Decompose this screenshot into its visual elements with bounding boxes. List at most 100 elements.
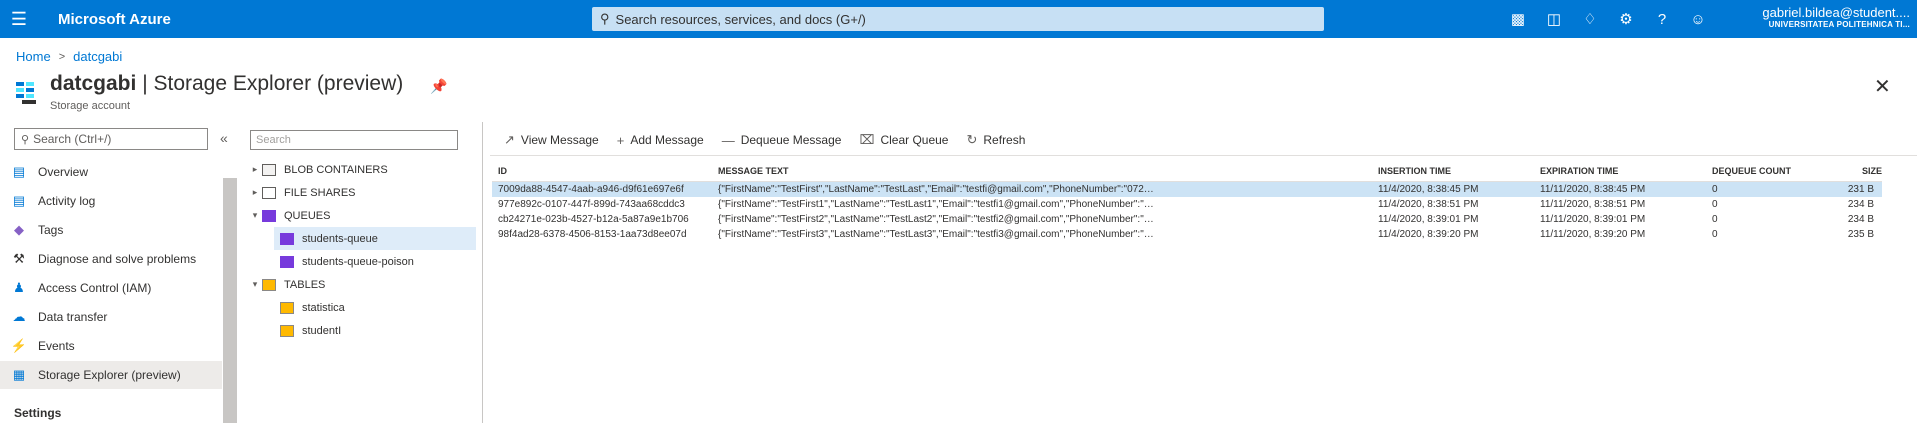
feedback-smiley-icon[interactable]: ☺ bbox=[1680, 11, 1716, 28]
nav-item-tags[interactable]: ◆ Tags bbox=[0, 216, 222, 244]
queue-icon bbox=[280, 255, 294, 268]
search-icon: ⚲ bbox=[600, 11, 610, 26]
nav-item-overview[interactable]: ▤ Overview bbox=[0, 158, 222, 186]
storage-explorer-resource-icon bbox=[16, 82, 36, 104]
breadcrumb-home[interactable]: Home bbox=[16, 49, 51, 64]
queue-icon bbox=[280, 232, 294, 245]
people-icon: ♟ bbox=[13, 280, 25, 295]
pin-icon[interactable]: 📌 bbox=[430, 78, 447, 95]
cell-id: 977e892c-0107-447f-899d-743aa68cddc3 bbox=[498, 199, 685, 210]
chevron-right-icon: ▸ bbox=[252, 187, 258, 197]
toolbar-label: Add Message bbox=[630, 133, 704, 147]
nav-item-iam[interactable]: ♟ Access Control (IAM) bbox=[0, 274, 222, 302]
tree-node-label: QUEUES bbox=[284, 209, 331, 222]
column-header-id[interactable]: ID bbox=[498, 166, 710, 176]
table-row[interactable]: 977e892c-0107-447f-899d-743aa68cddc3 {"F… bbox=[492, 197, 1882, 212]
help-icon[interactable]: ? bbox=[1644, 11, 1680, 28]
gear-icon[interactable]: ⚙ bbox=[1608, 10, 1644, 28]
top-icons: ▩ ◫ ♢ ⚙ ? ☺ bbox=[1500, 0, 1716, 38]
breadcrumb-current[interactable]: datcgabi bbox=[73, 49, 122, 64]
cell-id: cb24271e-023b-4527-b12a-5a87a9e1b706 bbox=[498, 214, 689, 225]
clear-icon: ⌧ bbox=[859, 132, 875, 147]
tree-node-statistica[interactable]: statistica bbox=[274, 296, 345, 319]
cell-message-text: {"FirstName":"TestFirst1","LastName":"Te… bbox=[718, 199, 1156, 210]
messages-grid: ID MESSAGE TEXT INSERTION TIME EXPIRATIO… bbox=[492, 164, 1882, 242]
cloud-shell-icon[interactable]: ▩ bbox=[1500, 10, 1536, 28]
chevron-down-icon: ▾ bbox=[252, 279, 258, 289]
tree-node-blob-containers[interactable]: ▸ BLOB CONTAINERS bbox=[248, 158, 388, 181]
grid-header-row: ID MESSAGE TEXT INSERTION TIME EXPIRATIO… bbox=[492, 164, 1882, 182]
nav-item-label: Storage Explorer (preview) bbox=[38, 368, 181, 382]
tree-node-label: statistica bbox=[302, 301, 345, 314]
tree-node-file-shares[interactable]: ▸ FILE SHARES bbox=[248, 181, 356, 204]
nav-item-label: Tags bbox=[38, 223, 64, 237]
file-share-icon bbox=[262, 186, 276, 199]
table-icon bbox=[280, 324, 294, 337]
minus-icon: — bbox=[721, 132, 735, 148]
tree-search-input[interactable]: Search bbox=[250, 130, 458, 150]
nav-item-label: Events bbox=[38, 339, 75, 353]
cell-expiration-time: 11/11/2020, 8:38:51 PM bbox=[1540, 199, 1646, 210]
tree-node-students-queue[interactable]: students-queue bbox=[274, 227, 476, 250]
menu-search-placeholder: Search (Ctrl+/) bbox=[33, 132, 112, 146]
view-message-button[interactable]: ↗ View Message bbox=[504, 132, 599, 148]
tree-node-students-queue-poison[interactable]: students-queue-poison bbox=[274, 250, 414, 273]
tree-node-studenti[interactable]: studentI bbox=[274, 319, 341, 342]
toolbar-label: Clear Queue bbox=[880, 133, 949, 147]
account-menu[interactable]: gabriel.bildea@student.... UNIVERSITATEA… bbox=[1738, 5, 1910, 29]
directory-filter-icon[interactable]: ◫ bbox=[1536, 10, 1572, 28]
table-row[interactable]: 98f4ad28-6378-4506-8153-1aa73d8ee07d {"F… bbox=[492, 227, 1882, 242]
nav-item-diagnose[interactable]: ⚒ Diagnose and solve problems bbox=[0, 245, 222, 273]
portal-brand[interactable]: Microsoft Azure bbox=[58, 11, 171, 28]
table-row[interactable]: 7009da88-4547-4aab-a946-d9f61e697e6f {"F… bbox=[492, 182, 1882, 197]
tree-node-tables[interactable]: ▾ TABLES bbox=[248, 273, 325, 296]
wrench-icon: ⚒ bbox=[13, 251, 25, 266]
user-org: UNIVERSITATEA POLITEHNICA TI... bbox=[1768, 20, 1910, 29]
resource-name: datcgabi bbox=[50, 72, 137, 95]
column-header-insertion-time[interactable]: INSERTION TIME bbox=[1378, 166, 1528, 176]
cell-size: 234 B bbox=[1847, 199, 1874, 210]
cell-dequeue-count: 0 bbox=[1712, 229, 1718, 240]
nav-item-data-transfer[interactable]: ☁ Data transfer bbox=[0, 303, 222, 331]
storage-explorer-icon: ▦ bbox=[12, 367, 26, 382]
top-bar: ☰ Microsoft Azure ⚲ Search resources, se… bbox=[0, 0, 1917, 38]
refresh-icon: ↻ bbox=[966, 132, 978, 147]
cell-expiration-time: 11/11/2020, 8:39:20 PM bbox=[1540, 229, 1646, 240]
hamburger-menu-icon[interactable]: ☰ bbox=[0, 0, 38, 38]
chevron-down-icon: ▾ bbox=[252, 210, 258, 220]
table-row[interactable]: cb24271e-023b-4527-b12a-5a87a9e1b706 {"F… bbox=[492, 212, 1882, 227]
clear-queue-button[interactable]: ⌧ Clear Queue bbox=[859, 132, 948, 148]
toolbar-label: Refresh bbox=[983, 133, 1026, 147]
column-header-message-text[interactable]: MESSAGE TEXT bbox=[718, 166, 1156, 176]
tree-node-queues[interactable]: ▾ QUEUES bbox=[248, 204, 330, 227]
title-separator: | bbox=[136, 72, 154, 95]
table-icon bbox=[280, 301, 294, 314]
cell-expiration-time: 11/11/2020, 8:39:01 PM bbox=[1540, 214, 1646, 225]
cell-size: 234 B bbox=[1847, 214, 1874, 225]
nav-item-activity-log[interactable]: ▤ Activity log bbox=[0, 187, 222, 215]
global-search-input[interactable]: ⚲ Search resources, services, and docs (… bbox=[592, 7, 1324, 31]
nav-item-label: Access Control (IAM) bbox=[38, 281, 152, 295]
column-header-expiration-time[interactable]: EXPIRATION TIME bbox=[1540, 166, 1700, 176]
dequeue-message-button[interactable]: — Dequeue Message bbox=[722, 133, 842, 148]
close-icon[interactable]: ✕ bbox=[1874, 74, 1891, 99]
nav-item-label: Activity log bbox=[38, 194, 96, 208]
add-message-button[interactable]: + Add Message bbox=[617, 133, 704, 148]
activity-log-icon: ▤ bbox=[12, 193, 26, 208]
column-header-dequeue-count[interactable]: DEQUEUE COUNT bbox=[1712, 166, 1812, 176]
cell-insertion-time: 11/4/2020, 8:39:01 PM bbox=[1378, 214, 1479, 225]
bell-icon[interactable]: ♢ bbox=[1572, 10, 1608, 28]
cell-size: 231 B bbox=[1847, 184, 1874, 195]
nav-item-storage-explorer[interactable]: ▦ Storage Explorer (preview) bbox=[0, 361, 222, 389]
menu-search-input[interactable]: ⚲ Search (Ctrl+/) bbox=[14, 128, 208, 150]
queue-icon bbox=[262, 209, 276, 222]
column-header-size[interactable]: SIZE bbox=[1862, 166, 1917, 176]
nav-item-events[interactable]: ⚡ Events bbox=[0, 332, 222, 360]
refresh-button[interactable]: ↻ Refresh bbox=[966, 132, 1025, 148]
collapse-menu-icon[interactable]: « bbox=[220, 130, 228, 146]
nav-item-label: Diagnose and solve problems bbox=[38, 252, 197, 266]
menu-scrollbar-thumb[interactable] bbox=[223, 178, 237, 423]
pane-divider[interactable] bbox=[482, 122, 483, 423]
page-subtitle: Storage account bbox=[50, 100, 131, 112]
tree-node-label: BLOB CONTAINERS bbox=[284, 163, 388, 176]
